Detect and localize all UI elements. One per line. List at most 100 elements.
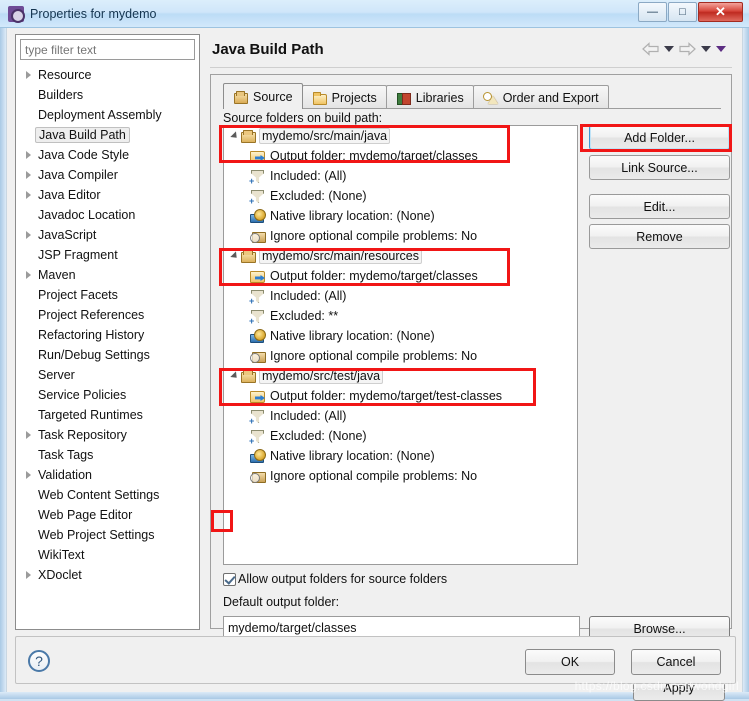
source-folders-tree[interactable]: mydemo/src/main/java Output folder: mydem… [223,125,578,565]
source-folder-attribute-row[interactable]: Output folder: mydemo/target/classes [224,266,577,286]
source-folder-attribute-row[interactable]: Output folder: mydemo/target/classes [224,146,577,166]
collapse-chevron-down-icon[interactable] [227,132,240,140]
page-navigation [642,42,726,56]
sidebar-item-java-compiler[interactable]: Java Compiler [16,165,199,185]
source-folder-attribute-label: Excluded: (None) [270,429,367,443]
expand-chevron-right-icon[interactable] [22,471,35,479]
source-folder-row[interactable]: mydemo/src/main/java [224,126,577,146]
collapse-chevron-down-icon[interactable] [227,252,240,260]
sidebar-item-project-facets[interactable]: Project Facets [16,285,199,305]
expand-chevron-right-icon[interactable] [22,431,35,439]
sidebar-item-web-content-settings[interactable]: Web Content Settings [16,485,199,505]
filter-input[interactable] [20,39,195,60]
source-folder-attribute-row[interactable]: Excluded: (None) [224,426,577,446]
sidebar-item-builders[interactable]: Builders [16,85,199,105]
source-folder-attribute-label: Output folder: mydemo/target/test-classe… [270,389,503,403]
sidebar-item-label: Web Page Editor [38,508,133,522]
sidebar-item-task-tags[interactable]: Task Tags [16,445,199,465]
allow-output-folders-row[interactable]: Allow output folders for source folders [223,572,447,586]
settings-category-tree[interactable]: Resource Builders Deployment Assembly Java … [15,34,200,630]
source-folder-attribute-row[interactable]: Excluded: (None) [224,186,577,206]
ignore-problems-icon [250,229,266,243]
source-folder-attribute-row[interactable]: Included: (All) [224,166,577,186]
add-folder-button[interactable]: Add Folder... [589,125,730,150]
source-folder-attribute-row[interactable]: Excluded: ** [224,306,577,326]
back-arrow-icon[interactable] [642,42,659,56]
sidebar-item-server[interactable]: Server [16,365,199,385]
source-folder-attribute-row[interactable]: Included: (All) [224,286,577,306]
sidebar-item-label: Project Facets [38,288,118,302]
tab-projects[interactable]: Projects [301,85,387,109]
link-source-button[interactable]: Link Source... [589,155,730,180]
back-history-chevron-down-icon[interactable] [664,46,674,52]
source-folder-attribute-row[interactable]: Included: (All) [224,406,577,426]
sidebar-item-label: Web Project Settings [38,528,155,542]
expand-chevron-right-icon[interactable] [22,571,35,579]
tab-order-and-export[interactable]: Order and Export [472,85,609,109]
sidebar-item-label: Targeted Runtimes [38,408,143,422]
sidebar-item-wikitext[interactable]: WikiText [16,545,199,565]
sidebar-item-label: Project References [38,308,145,322]
expand-chevron-right-icon[interactable] [22,191,35,199]
expand-chevron-right-icon[interactable] [22,271,35,279]
sidebar-item-targeted-runtimes[interactable]: Targeted Runtimes [16,405,199,425]
sidebar-item-java-editor[interactable]: Java Editor [16,185,199,205]
source-folder-attribute-label: Included: (All) [270,289,347,303]
forward-arrow-icon[interactable] [679,42,696,56]
expand-chevron-right-icon[interactable] [22,151,35,159]
ignore-problems-icon [250,469,266,483]
sidebar-item-refactoring-history[interactable]: Refactoring History [16,325,199,345]
source-folder-attribute-row[interactable]: Ignore optional compile problems: No [224,226,577,246]
sidebar-item-xdoclet[interactable]: XDoclet [16,565,199,585]
exclusion-filter-icon [249,429,266,446]
sidebar-item-label: Server [38,368,75,382]
sidebar-item-jsp-fragment[interactable]: JSP Fragment [16,245,199,265]
source-folder-attribute-row[interactable]: Native library location: (None) [224,446,577,466]
inclusion-filter-icon [249,289,266,306]
source-folder-attribute-label: Ignore optional compile problems: No [270,469,478,483]
view-menu-chevron-down-icon[interactable] [716,46,726,52]
sidebar-item-maven[interactable]: Maven [16,265,199,285]
collapse-chevron-down-icon[interactable] [227,372,240,380]
help-question-icon[interactable]: ? [28,650,50,672]
native-library-icon [250,329,266,343]
remove-button[interactable]: Remove [589,224,730,249]
sidebar-item-run-debug-settings[interactable]: Run/Debug Settings [16,345,199,365]
sidebar-item-deployment-assembly[interactable]: Deployment Assembly [16,105,199,125]
edit-button[interactable]: Edit... [589,194,730,219]
sidebar-item-java-code-style[interactable]: Java Code Style [16,145,199,165]
source-folder-row[interactable]: mydemo/src/main/resources [224,246,577,266]
expand-chevron-right-icon[interactable] [22,231,35,239]
source-folder-attribute-row[interactable]: Native library location: (None) [224,206,577,226]
sidebar-item-validation[interactable]: Validation [16,465,199,485]
forward-history-chevron-down-icon[interactable] [701,46,711,52]
allow-output-folders-checkbox[interactable] [223,572,236,586]
close-button[interactable]: ✕ [698,2,743,22]
sidebar-item-resource[interactable]: Resource [16,65,199,85]
source-folder-row[interactable]: mydemo/src/test/java [224,366,577,386]
source-folder-attribute-row[interactable]: Ignore optional compile problems: No [224,346,577,366]
sidebar-item-label: Java Editor [38,188,101,202]
sidebar-item-project-references[interactable]: Project References [16,305,199,325]
cancel-button[interactable]: Cancel [631,649,721,675]
tab-source[interactable]: Source [223,83,303,109]
expand-chevron-right-icon[interactable] [22,71,35,79]
exclusion-filter-icon [249,309,266,326]
properties-gear-icon [8,5,25,23]
sidebar-item-javadoc-location[interactable]: Javadoc Location [16,205,199,225]
tab-label: Order and Export [502,90,599,105]
tab-libraries[interactable]: Libraries [385,85,474,109]
sidebar-item-web-project-settings[interactable]: Web Project Settings [16,525,199,545]
source-folder-attribute-row[interactable]: Output folder: mydemo/target/test-classe… [224,386,577,406]
source-folder-attribute-row[interactable]: Native library location: (None) [224,326,577,346]
sidebar-item-service-policies[interactable]: Service Policies [16,385,199,405]
sidebar-item-web-page-editor[interactable]: Web Page Editor [16,505,199,525]
order-export-icon [482,91,498,105]
source-folder-attribute-row[interactable]: Ignore optional compile problems: No [224,466,577,486]
sidebar-item-java-build-path[interactable]: Java Build Path [16,125,199,145]
expand-chevron-right-icon[interactable] [22,171,35,179]
sidebar-item-label: Web Content Settings [38,488,160,502]
sidebar-item-task-repository[interactable]: Task Repository [16,425,199,445]
ok-button[interactable]: OK [525,649,615,675]
sidebar-item-javascript[interactable]: JavaScript [16,225,199,245]
